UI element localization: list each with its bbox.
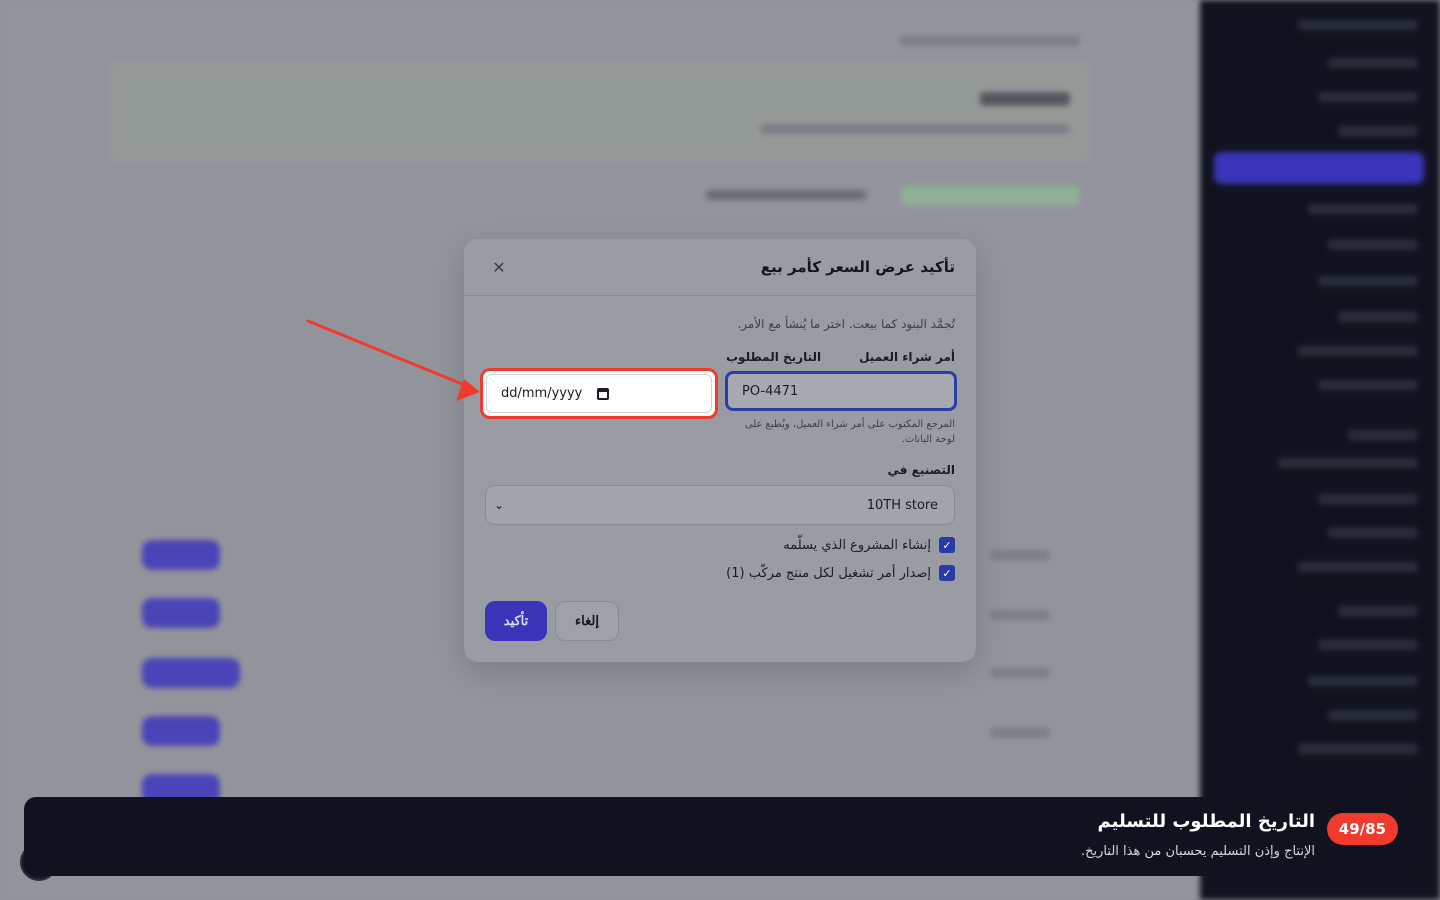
checkbox-work-order-label: إصدار أمر تشغيل لكل منتج مركّب (1) xyxy=(726,565,931,581)
modal-header: تأكيد عرض السعر كأمر بيع ✕ xyxy=(464,239,976,296)
required-date-input[interactable]: dd/mm/yyyy xyxy=(486,374,712,413)
close-icon[interactable]: ✕ xyxy=(488,256,510,278)
tour-title: التاريخ المطلوب للتسليم xyxy=(1097,811,1316,832)
po-input[interactable]: PO-4471 xyxy=(725,371,957,411)
breadcrumb-placeholder xyxy=(900,36,1080,46)
po-input-value: PO-4471 xyxy=(742,383,799,399)
date-label: التاريخ المطلوب xyxy=(726,350,822,364)
card-text-placeholder xyxy=(760,124,1070,134)
bg-pill-3 xyxy=(142,658,240,688)
bg-row-4 xyxy=(990,728,1050,738)
status-bar-placeholder xyxy=(900,186,1080,206)
modal-description: تُجمَّد البنود كما بيعت. اختر ما يُنشأ م… xyxy=(737,317,955,331)
tour-subtitle: الإنتاج وإذن التسليم يحسبان من هذا التار… xyxy=(1081,844,1315,859)
manufacture-select[interactable]: 10TH store ⌄ xyxy=(485,485,955,525)
date-placeholder: dd/mm/yyyy xyxy=(501,386,583,401)
bg-row-2 xyxy=(990,610,1050,620)
confirm-button[interactable]: تأكيد xyxy=(485,601,547,641)
confirm-quote-modal: تأكيد عرض السعر كأمر بيع ✕ تُجمَّد البنو… xyxy=(464,239,976,662)
info-card xyxy=(110,62,1090,162)
sidebar-active-item xyxy=(1214,152,1424,184)
bg-row-1 xyxy=(990,550,1050,560)
bg-pill-4 xyxy=(142,716,220,746)
bg-row-3 xyxy=(990,668,1050,678)
modal-title: تأكيد عرض السعر كأمر بيع xyxy=(760,258,955,276)
sidebar xyxy=(1200,0,1440,900)
manufacture-label: التصنيع في xyxy=(887,463,955,477)
calendar-icon[interactable] xyxy=(597,387,609,400)
tour-banner: 49/85 التاريخ المطلوب للتسليم الإنتاج وإ… xyxy=(24,797,1416,876)
bg-pill-2 xyxy=(142,598,220,628)
pointer-arrow xyxy=(306,319,480,401)
tour-step-badge: 49/85 xyxy=(1326,813,1398,845)
manufacture-select-value: 10TH store xyxy=(866,497,938,513)
po-helper-text: المرجع المكتوب على أمر شراء العميل، ويُط… xyxy=(744,419,955,445)
checkbox-issue-work-order[interactable]: ✓ xyxy=(939,565,955,581)
chevron-down-icon: ⌄ xyxy=(494,498,505,512)
toolbar-placeholder xyxy=(706,190,866,200)
checkbox-row-project[interactable]: ✓ إنشاء المشروع الذي يسلّمه xyxy=(783,537,955,553)
card-heading-placeholder xyxy=(980,92,1070,106)
po-label: أمر شراء العميل xyxy=(859,350,955,364)
checkbox-create-project[interactable]: ✓ xyxy=(939,537,955,553)
date-field-highlight: dd/mm/yyyy xyxy=(480,368,718,419)
checkbox-project-label: إنشاء المشروع الذي يسلّمه xyxy=(783,537,931,553)
cancel-button[interactable]: إلغاء xyxy=(555,601,619,641)
checkbox-row-work-order[interactable]: ✓ إصدار أمر تشغيل لكل منتج مركّب (1) xyxy=(726,565,955,581)
bg-pill-1 xyxy=(142,540,220,570)
